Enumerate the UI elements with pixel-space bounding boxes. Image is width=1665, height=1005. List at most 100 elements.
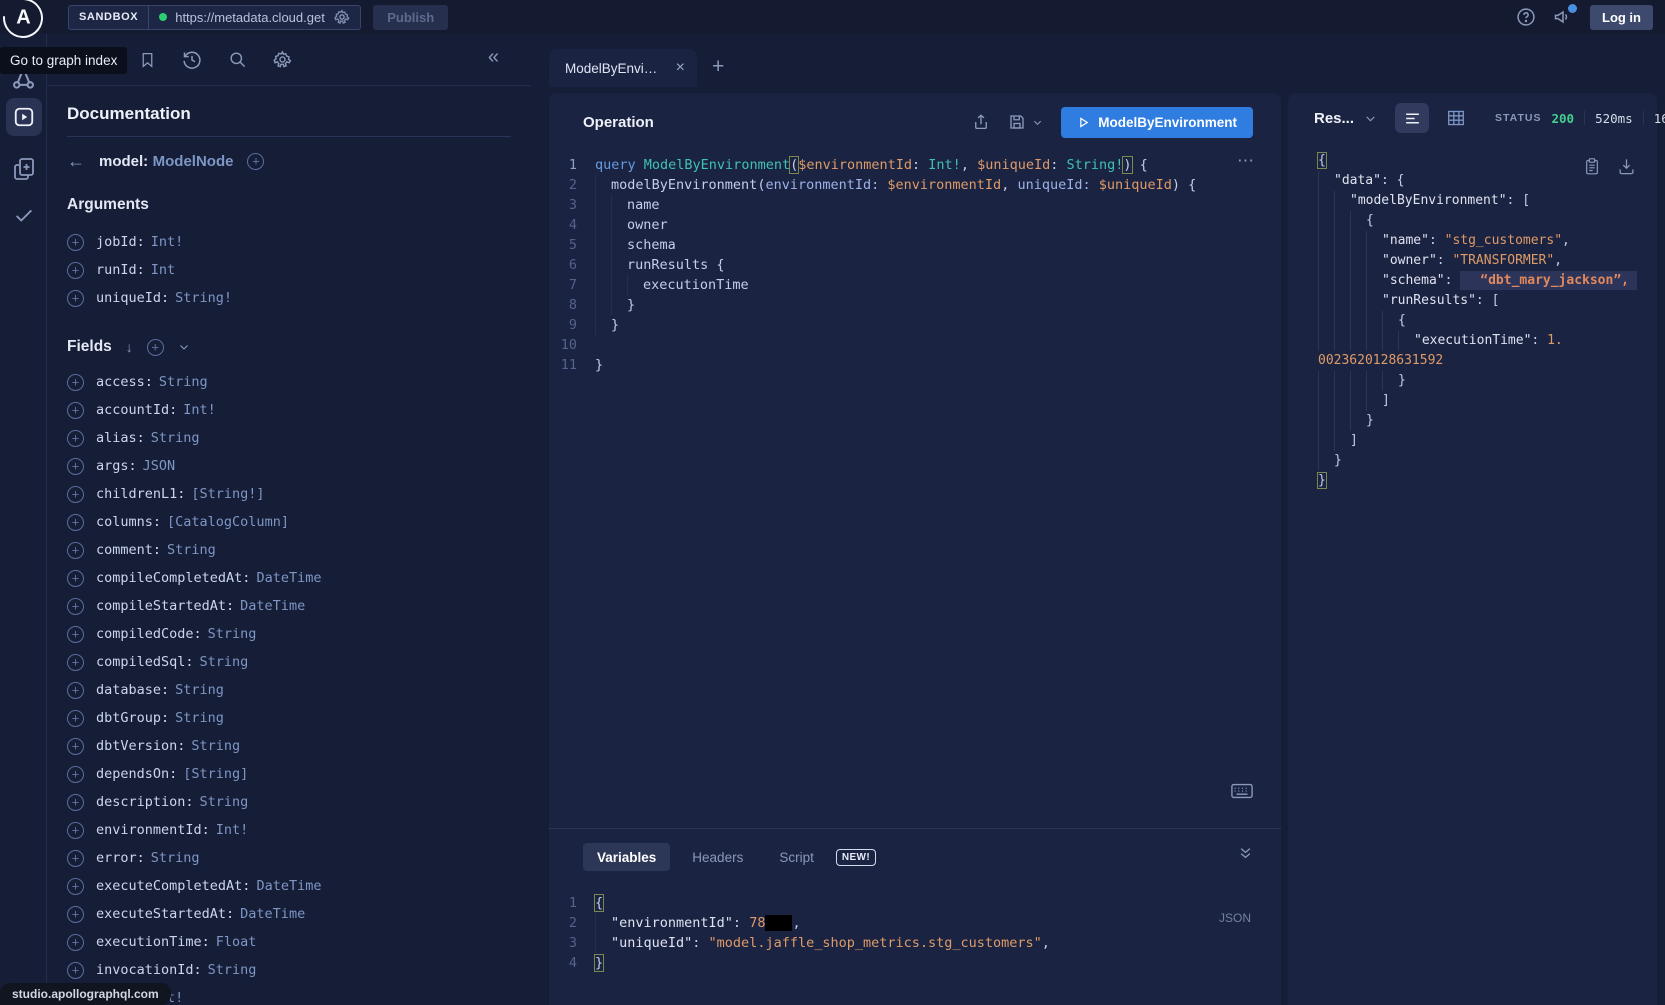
code-line[interactable]: 2modelByEnvironment(environmentId: $envi… bbox=[549, 175, 1281, 195]
announcements-megaphone-icon[interactable] bbox=[1552, 7, 1574, 27]
field-type[interactable]: String bbox=[200, 794, 249, 810]
copy-response-icon[interactable] bbox=[1584, 157, 1600, 176]
add-field-icon[interactable]: + bbox=[67, 906, 84, 923]
code-line[interactable]: 5schema bbox=[549, 235, 1281, 255]
field-type[interactable]: DateTime bbox=[240, 906, 305, 922]
collapse-panel-icon[interactable]: « bbox=[488, 46, 499, 69]
add-field-icon[interactable]: + bbox=[67, 794, 84, 811]
endpoint-url-segment[interactable]: https://metadata.cloud.get bbox=[149, 5, 361, 30]
add-field-icon[interactable]: + bbox=[67, 514, 84, 531]
field-name[interactable]: comment: bbox=[96, 542, 161, 558]
code-line[interactable]: "modelByEnvironment": [ bbox=[1318, 191, 1657, 211]
doc-field-row[interactable]: +compiledSql:String bbox=[67, 648, 511, 676]
field-type[interactable]: DateTime bbox=[256, 878, 321, 894]
add-field-icon[interactable]: + bbox=[67, 598, 84, 615]
doc-field-row[interactable]: + description: String bbox=[67, 788, 511, 816]
code-line[interactable]: "name": "stg_customers", bbox=[1318, 231, 1657, 251]
code-line[interactable]: 7executionTime bbox=[549, 275, 1281, 295]
add-field-icon[interactable]: + bbox=[67, 822, 84, 839]
doc-field-row[interactable]: +compiledCode:String bbox=[67, 620, 511, 648]
publish-button[interactable]: Publish bbox=[373, 5, 448, 30]
field-name[interactable]: dependsOn: bbox=[96, 766, 177, 782]
doc-field-row[interactable]: + compileCompletedAt: DateTime bbox=[67, 564, 511, 592]
field-type[interactable]: [String!] bbox=[191, 486, 264, 502]
code-line[interactable]: } bbox=[1318, 471, 1657, 491]
login-button[interactable]: Log in bbox=[1590, 5, 1653, 30]
field-type[interactable]: String bbox=[151, 850, 200, 866]
field-name[interactable]: runId: bbox=[96, 262, 145, 278]
tab-script[interactable]: Script bbox=[765, 843, 828, 871]
doc-field-row[interactable]: +args:JSON bbox=[67, 452, 511, 480]
close-tab-icon[interactable]: × bbox=[676, 59, 685, 77]
tab-variables[interactable]: Variables bbox=[583, 843, 670, 871]
field-name[interactable]: accountId: bbox=[96, 402, 177, 418]
add-field-icon[interactable]: + bbox=[67, 570, 84, 587]
add-field-icon[interactable]: + bbox=[67, 542, 84, 559]
add-field-icon[interactable]: + bbox=[67, 234, 84, 251]
add-field-icon[interactable]: + bbox=[67, 290, 84, 307]
field-name[interactable]: childrenL1: bbox=[96, 486, 185, 502]
add-field-icon[interactable]: + bbox=[67, 402, 84, 419]
add-field-icon[interactable]: + bbox=[67, 710, 84, 727]
sort-fields-icon[interactable]: ↓ bbox=[126, 339, 133, 355]
operation-editor[interactable]: 1query ModelByEnvironment($environmentId… bbox=[549, 151, 1281, 375]
field-name[interactable]: access: bbox=[96, 374, 153, 390]
field-name[interactable]: dbtVersion: bbox=[96, 738, 185, 754]
field-type[interactable]: Int! bbox=[216, 822, 249, 838]
response-json-view[interactable]: {"data": {"modelByEnvironment": [{"name"… bbox=[1318, 151, 1657, 491]
code-line[interactable]: 1{ bbox=[549, 893, 1281, 913]
field-name[interactable]: uniqueId: bbox=[96, 290, 169, 306]
doc-field-row[interactable]: +executionTime:Float bbox=[67, 928, 511, 956]
doc-field-row[interactable]: +uniqueId:String! bbox=[67, 284, 511, 312]
field-name[interactable]: compileCompletedAt: bbox=[96, 570, 250, 586]
settings-gear-icon[interactable] bbox=[273, 50, 292, 69]
doc-field-row[interactable]: +childrenL1:[String!] bbox=[67, 480, 511, 508]
field-type[interactable]: String bbox=[159, 374, 208, 390]
field-type[interactable]: Int! bbox=[183, 402, 216, 418]
doc-field-row[interactable]: +alias:String bbox=[67, 424, 511, 452]
field-type[interactable]: String bbox=[175, 710, 224, 726]
code-line[interactable]: } bbox=[1318, 371, 1657, 391]
checks-icon[interactable] bbox=[12, 204, 36, 226]
code-line[interactable]: 2"environmentId": 78 , bbox=[549, 913, 1281, 933]
tab-headers[interactable]: Headers bbox=[678, 843, 757, 871]
field-name[interactable]: environmentId: bbox=[96, 822, 210, 838]
field-type[interactable]: Float bbox=[216, 934, 257, 950]
code-line[interactable]: 1query ModelByEnvironment($environmentId… bbox=[549, 155, 1281, 175]
field-type[interactable]: String bbox=[175, 682, 224, 698]
field-name[interactable]: args: bbox=[96, 458, 137, 474]
fields-chevron-down-icon[interactable] bbox=[178, 341, 190, 353]
save-icon[interactable] bbox=[1008, 113, 1043, 131]
add-field-icon[interactable]: + bbox=[67, 374, 84, 391]
doc-field-row[interactable]: +invocationId:String bbox=[67, 956, 511, 984]
help-icon[interactable] bbox=[1516, 7, 1536, 27]
field-breadcrumb-type[interactable]: ModelNode bbox=[153, 153, 234, 170]
code-line[interactable]: 3name bbox=[549, 195, 1281, 215]
code-line[interactable]: 0023620128631592 bbox=[1318, 351, 1657, 371]
doc-field-row[interactable]: +jobId:Int! bbox=[67, 228, 511, 256]
field-type[interactable]: String bbox=[151, 430, 200, 446]
collections-icon[interactable] bbox=[12, 156, 36, 182]
endpoint-url-input[interactable]: https://metadata.cloud.get bbox=[175, 10, 326, 25]
add-field-icon[interactable]: + bbox=[67, 850, 84, 867]
field-name[interactable]: description: bbox=[96, 794, 194, 810]
code-line[interactable]: ] bbox=[1318, 431, 1657, 451]
add-tab-icon[interactable]: + bbox=[712, 55, 724, 79]
code-line[interactable]: 4owner bbox=[549, 215, 1281, 235]
raw-view-icon[interactable] bbox=[1395, 103, 1429, 133]
add-field-icon[interactable]: + bbox=[67, 934, 84, 951]
share-icon[interactable] bbox=[972, 112, 990, 132]
code-line[interactable]: 6runResults { bbox=[549, 255, 1281, 275]
code-line[interactable]: 4} bbox=[549, 953, 1281, 973]
field-name[interactable]: jobId: bbox=[96, 234, 145, 250]
field-type[interactable]: String bbox=[167, 542, 216, 558]
add-all-fields-icon[interactable]: + bbox=[247, 153, 264, 170]
variables-editor[interactable]: 1{2"environmentId": 78 ,3"uniqueId": "mo… bbox=[549, 871, 1281, 973]
code-line[interactable]: "executionTime": 1. bbox=[1318, 331, 1657, 351]
field-name[interactable]: executeCompletedAt: bbox=[96, 878, 250, 894]
field-name[interactable]: alias: bbox=[96, 430, 145, 446]
field-type[interactable]: [CatalogColumn] bbox=[167, 514, 289, 530]
back-arrow-icon[interactable]: ← bbox=[67, 151, 85, 172]
field-type[interactable]: DateTime bbox=[256, 570, 321, 586]
add-field-icon[interactable]: + bbox=[67, 262, 84, 279]
